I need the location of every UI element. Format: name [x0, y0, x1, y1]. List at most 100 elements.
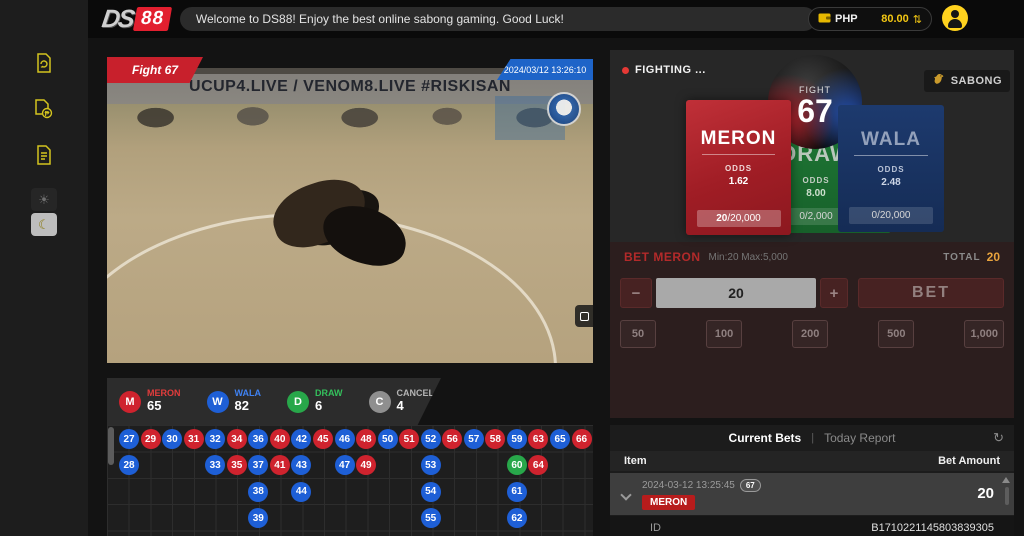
results-grid: 2728293031323334353637383940414243444546… — [107, 425, 593, 536]
bet-side-badge: MERON — [642, 495, 695, 510]
meron-card[interactable]: MERON ODDS 1.62 20/20,000 — [686, 100, 791, 235]
sidebar-item-transactions[interactable]: ₱ — [31, 98, 57, 124]
chip-50[interactable]: 50 — [620, 320, 656, 348]
currency-label: PHP — [835, 13, 858, 25]
scroll-up-icon[interactable] — [1002, 477, 1010, 483]
result-circle: 30 — [162, 429, 182, 449]
sabong-badge[interactable]: SABONG — [924, 70, 1010, 92]
result-circle: 64 — [528, 455, 548, 475]
bet-row[interactable]: 2024-03-12 13:25:45 67 MERON 20 — [610, 473, 1014, 515]
avatar-button[interactable] — [942, 5, 968, 31]
result-circle: 32 — [205, 429, 225, 449]
wala-card[interactable]: WALA ODDS 2.48 0/20,000 — [838, 105, 944, 232]
quick-bet-chips: 50 100 200 500 1,000 — [620, 320, 1004, 348]
wala-progress: 0/20,000 — [849, 207, 934, 224]
theme-light-button[interactable]: ☀ — [31, 188, 57, 211]
meron-odds-label: ODDS — [725, 164, 752, 173]
result-circle: 44 — [291, 482, 311, 502]
results-panel: M MERON 65 W WALA 82 D DRAW 6 C CANCEL — [107, 378, 593, 536]
live-dot-icon — [622, 67, 629, 74]
result-circle: 34 — [227, 429, 247, 449]
result-circle: 27 — [119, 429, 139, 449]
ds88-logo[interactable]: DS 88 — [102, 5, 170, 34]
id-value: B1710221145803839305 — [871, 522, 994, 534]
current-bets-header: Current Bets | Today Report ↻ — [610, 425, 1014, 451]
stat-draw: D DRAW 6 — [287, 389, 343, 413]
result-circle: 33 — [205, 455, 225, 475]
result-circle: 31 — [184, 429, 204, 449]
wala-title: WALA — [861, 129, 921, 151]
bet-limits: Min:20 Max:5,000 — [709, 252, 789, 263]
bet-amount-input[interactable]: 20 — [656, 278, 816, 308]
doc-list-icon — [34, 144, 54, 171]
result-circle: 47 — [335, 455, 355, 475]
result-circle: 50 — [378, 429, 398, 449]
draw-odds-label: ODDS — [802, 176, 829, 185]
balance-refresh-icon[interactable]: ⇅ — [913, 13, 922, 26]
wala-divider — [854, 155, 928, 156]
sidebar: ₱ ⚙ ☀ ☾ — [0, 0, 88, 536]
results-summary: M MERON 65 W WALA 82 D DRAW 6 C CANCEL — [107, 378, 441, 425]
chevron-down-icon[interactable] — [620, 489, 631, 500]
betting-panel: FIGHTING ... SABONG DRAW ODDS 8.00 0/2,0… — [610, 50, 1014, 418]
logo-ds-text: DS — [100, 5, 135, 34]
result-circle: 39 — [248, 508, 268, 528]
theme-dark-button[interactable]: ☾ — [31, 213, 57, 236]
result-circle: 56 — [442, 429, 462, 449]
bets-table-header: Item Bet Amount — [610, 451, 1014, 471]
doc-refresh-icon — [34, 52, 54, 79]
fight-number-badge: 67 — [740, 479, 761, 492]
grid-scrollbar[interactable] — [108, 427, 114, 465]
tab-current-bets[interactable]: Current Bets — [729, 431, 802, 445]
tab-today-report[interactable]: Today Report — [824, 431, 895, 445]
meron-circle-icon: M — [119, 391, 141, 413]
tab-separator: | — [811, 432, 814, 444]
top-bar: DS 88 Welcome to DS88! Enjoy the best on… — [88, 0, 1024, 38]
chip-1000[interactable]: 1,000 — [964, 320, 1004, 348]
result-circle: 57 — [464, 429, 484, 449]
video-stream[interactable]: UCUP4.LIVE / VENOM8.LIVE #RISKISAN — [107, 68, 593, 363]
refresh-bets-icon[interactable]: ↻ — [993, 430, 1004, 446]
expand-video-button[interactable] — [575, 305, 593, 327]
bet-minus-button[interactable]: − — [620, 278, 652, 308]
rooster-icon — [932, 72, 946, 91]
stat-cancel-count: 4 — [397, 399, 435, 413]
sidebar-item-history[interactable] — [31, 52, 57, 78]
result-circle: 62 — [507, 508, 527, 528]
currency-pill[interactable]: PHP 80.00 ⇅ — [808, 7, 932, 31]
result-circle: 51 — [399, 429, 419, 449]
stat-meron: M MERON 65 — [119, 389, 181, 413]
svg-text:₱: ₱ — [45, 111, 50, 118]
stat-cancel: C CANCEL 4 — [369, 389, 435, 413]
status-text: FIGHTING ... — [635, 64, 706, 76]
result-circle: 60 — [507, 455, 527, 475]
result-circle: 43 — [291, 455, 311, 475]
result-circle: 55 — [421, 508, 441, 528]
total-value: 20 — [987, 250, 1000, 264]
bet-summary: BET MERON Min:20 Max:5,000 TOTAL 20 — [624, 250, 1000, 264]
result-circle: 40 — [270, 429, 290, 449]
meron-progress: 20/20,000 — [697, 210, 781, 227]
result-circle: 49 — [356, 455, 376, 475]
result-circle: 52 — [421, 429, 441, 449]
sabong-label: SABONG — [951, 75, 1002, 87]
chip-200[interactable]: 200 — [792, 320, 828, 348]
video-player[interactable]: UCUP4.LIVE / VENOM8.LIVE #RISKISAN Fight… — [107, 57, 593, 363]
bet-side-label: BET MERON — [624, 250, 701, 264]
stream-logo-badge — [547, 92, 581, 126]
sidebar-item-records[interactable] — [31, 144, 57, 170]
current-bets-panel: Current Bets | Today Report ↻ Item Bet A… — [610, 425, 1014, 536]
bet-plus-button[interactable]: + — [820, 278, 848, 308]
bet-amount-value: 20 — [977, 485, 994, 502]
bet-button[interactable]: BET — [858, 278, 1004, 308]
logo-88-text: 88 — [133, 7, 172, 31]
meron-bet-part: 20 — [716, 213, 727, 224]
result-circle: 58 — [485, 429, 505, 449]
bet-controls: − 20 + BET — [610, 278, 1014, 308]
amount-column-header: Bet Amount — [938, 455, 1000, 467]
chip-100[interactable]: 100 — [706, 320, 742, 348]
bets-scrollbar[interactable] — [1005, 487, 1009, 505]
chip-500[interactable]: 500 — [878, 320, 914, 348]
result-circle: 29 — [141, 429, 161, 449]
result-circle: 65 — [550, 429, 570, 449]
